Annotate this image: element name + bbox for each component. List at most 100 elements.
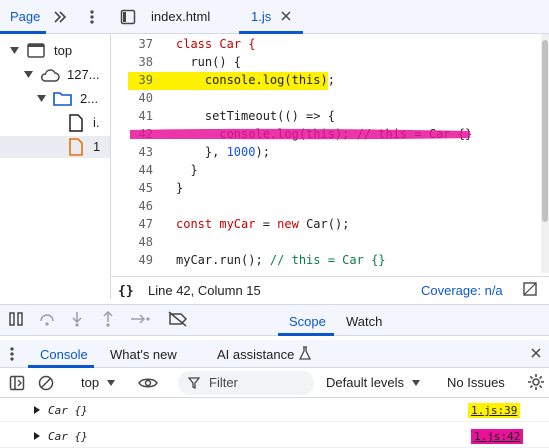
step-into-icon[interactable] <box>71 311 83 327</box>
tree-label-1-js: 1 <box>93 139 101 154</box>
expand-arrow-icon[interactable] <box>34 432 40 440</box>
editor-scrollbar-thumb[interactable] <box>542 40 548 222</box>
issues-counter[interactable]: No Issues <box>447 375 505 390</box>
folder-icon <box>53 91 72 106</box>
code-line-45[interactable]: 45} <box>111 179 549 197</box>
tree-item-folder[interactable]: 2... <box>0 88 110 110</box>
close-drawer-icon[interactable] <box>531 348 541 358</box>
tab-page[interactable]: Page <box>10 9 40 24</box>
coverage-link[interactable]: Coverage: n/a <box>421 283 503 298</box>
tab-index-html[interactable]: index.html <box>151 9 210 24</box>
chevron-down-icon[interactable] <box>412 380 420 386</box>
code-part: myCar.run(); <box>176 253 270 267</box>
code-keyword: class <box>176 37 213 51</box>
close-tab-icon[interactable] <box>279 9 293 23</box>
tree-item-index-html[interactable]: i. <box>0 112 110 134</box>
eye-icon[interactable] <box>138 376 158 390</box>
sidebar-toggle-icon[interactable] <box>9 375 25 391</box>
strike-annotation <box>130 128 470 140</box>
code-text: } <box>176 163 198 177</box>
code-line-44[interactable]: 44 } <box>111 161 549 179</box>
code-line-48[interactable]: 48 <box>111 233 549 251</box>
console-toolbar: top Filter Default levels No Issues <box>0 368 549 398</box>
line-number: 39 <box>138 73 153 87</box>
gear-icon[interactable] <box>527 373 545 391</box>
script-file-icon <box>69 138 83 156</box>
message-text: Car {} <box>48 404 88 417</box>
code-line-43[interactable]: 43 }, 1000); <box>111 143 549 161</box>
step-icon[interactable] <box>130 313 150 325</box>
code-line-38[interactable]: 38 run() { <box>111 53 549 71</box>
cursor-position: Line 42, Column 15 <box>148 283 261 298</box>
code-number: 1000 <box>226 145 256 159</box>
tab-page-underline <box>0 31 46 34</box>
line-number: 44 <box>138 163 153 177</box>
message-source-link[interactable]: 1.js:39 <box>468 403 521 418</box>
code-text: run() { <box>176 55 242 69</box>
more-tabs-icon[interactable] <box>52 9 68 25</box>
tab-scope[interactable]: Scope <box>289 314 326 329</box>
tree-label-folder: 2... <box>80 91 99 106</box>
line-number: 47 <box>138 217 153 231</box>
expand-arrow-icon[interactable] <box>34 406 40 414</box>
navigator-tabbar: Page <box>0 0 110 34</box>
code-line-40[interactable]: 40 <box>111 89 549 107</box>
line-number: 45 <box>138 181 153 195</box>
code-part: Car(); <box>298 217 350 231</box>
tab-watch[interactable]: Watch <box>346 314 382 329</box>
pretty-print-icon[interactable]: {} <box>118 283 136 297</box>
code-line-49[interactable]: 49 myCar.run(); // this = Car {} <box>111 251 549 269</box>
context-selector[interactable]: top <box>81 375 99 390</box>
log-levels-dropdown[interactable]: Default levels <box>326 375 404 390</box>
code-line-46[interactable]: 46 <box>111 197 549 215</box>
code-line-39[interactable]: 39 console.log(this); <box>111 71 549 89</box>
tab-1-js[interactable]: 1.js <box>251 9 271 24</box>
tree-item-1-js[interactable]: 1 <box>0 136 110 158</box>
code-text: } <box>176 181 184 195</box>
code-part: = <box>255 217 278 231</box>
code-text: class Car { <box>176 37 255 51</box>
expand-arrow-icon <box>24 71 33 78</box>
tree-item-host[interactable]: 127... <box>0 64 110 86</box>
line-number: 46 <box>138 199 153 213</box>
editor-tabbar: index.html 1.js <box>110 0 549 34</box>
tab-ai-assistance[interactable]: AI assistance <box>217 347 294 362</box>
svg-text:{}: {} <box>118 284 134 297</box>
line-number: 48 <box>138 235 153 249</box>
tree-label-index: i. <box>93 115 100 130</box>
code-line-47[interactable]: 47 const myCar = new Car(); <box>111 215 549 233</box>
line-number: 37 <box>138 37 153 51</box>
console-message[interactable]: Car {} 1.js:42 <box>0 426 549 448</box>
tree-item-top[interactable]: top <box>0 40 110 62</box>
filter-placeholder: Filter <box>209 375 238 390</box>
message-source-link[interactable]: 1.js:42 <box>471 429 524 444</box>
code-line-41[interactable]: 41 setTimeout(() => { <box>111 107 549 125</box>
chevron-down-icon[interactable] <box>107 380 115 386</box>
drawer-menu-icon[interactable] <box>10 347 14 361</box>
coverage-toggle-icon[interactable] <box>523 282 537 296</box>
code-var: myCar <box>212 217 256 231</box>
expand-arrow-icon <box>10 47 19 54</box>
expand-arrow-icon <box>37 95 46 102</box>
line-number: 43 <box>138 145 153 159</box>
tab-console[interactable]: Console <box>40 347 88 362</box>
cloud-icon <box>40 68 60 82</box>
step-over-icon[interactable] <box>39 312 55 326</box>
console-message[interactable]: Car {} 1.js:39 <box>0 400 549 422</box>
toggle-navigator-icon[interactable] <box>119 8 137 26</box>
filter-input[interactable]: Filter <box>178 371 314 395</box>
code-part: ); <box>255 145 270 159</box>
clear-console-icon[interactable] <box>38 375 54 391</box>
pause-icon[interactable] <box>9 312 23 326</box>
code-keyword: const <box>176 217 213 231</box>
deactivate-breakpoints-icon[interactable] <box>168 311 188 327</box>
filter-icon <box>188 377 200 389</box>
kebab-menu-icon[interactable] <box>84 8 100 26</box>
code-comment: // this = Car {} <box>269 253 386 267</box>
debugger-toolbar: Scope Watch <box>0 304 549 336</box>
tab-whats-new[interactable]: What's new <box>110 347 177 362</box>
step-out-icon[interactable] <box>102 311 114 327</box>
line-number: 38 <box>138 55 153 69</box>
code-text: setTimeout(() => { <box>176 109 335 123</box>
code-line-37[interactable]: 37 class Car { <box>111 35 549 53</box>
